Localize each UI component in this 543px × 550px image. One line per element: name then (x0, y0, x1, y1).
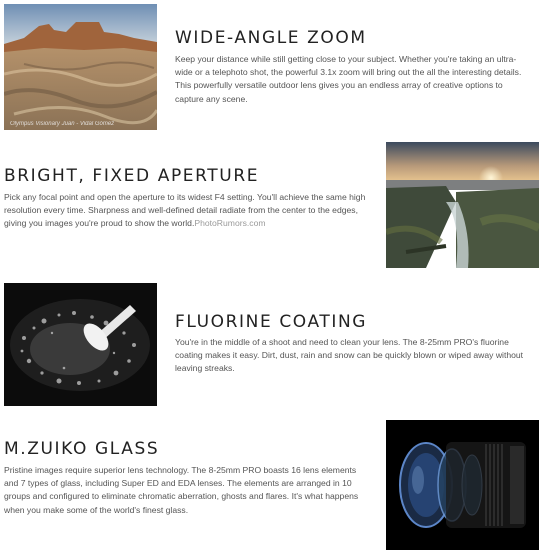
feature-title: FLUORINE COATING (175, 312, 368, 332)
badlands-landscape-photo: Olympus Visionary Juan - Vidal Gómez (4, 4, 157, 130)
coast-illustration (386, 142, 539, 268)
lens-illustration (386, 420, 539, 550)
feature-description: Pristine images require superior lens te… (4, 465, 359, 515)
water-droplets-lens-photo (4, 283, 157, 406)
feature-title: M.ZUIKO GLASS (4, 439, 160, 459)
watermark-credit: PhotoRumors.com (194, 218, 266, 229)
feature-wide-angle-zoom: Olympus Visionary Juan - Vidal Gómez WID… (0, 0, 543, 135)
feature-fluorine-coating: FLUORINE COATING You're in the middle of… (0, 270, 543, 406)
droplets-illustration (4, 283, 157, 406)
photo-caption: Olympus Visionary Juan - Vidal Gómez (10, 121, 115, 127)
feature-mzuiko-glass: M.ZUIKO GLASS Pristine images require su… (0, 405, 543, 550)
lens-features-page: Olympus Visionary Juan - Vidal Gómez WID… (0, 0, 543, 550)
feature-title: WIDE-ANGLE ZOOM (175, 28, 367, 48)
feature-description: Keep your distance while still getting c… (175, 54, 522, 104)
feature-bright-fixed-aperture: BRIGHT, FIXED APERTURE Pick any focal po… (0, 135, 543, 270)
description-text: Pick any focal point and open the apertu… (4, 192, 366, 229)
feature-description: Pick any focal point and open the apertu… (4, 191, 366, 231)
sunset-rocky-coast-photo (386, 142, 539, 268)
landscape-illustration (4, 4, 157, 130)
feature-title: BRIGHT, FIXED APERTURE (4, 166, 260, 186)
lens-cutaway-render (386, 420, 539, 550)
feature-description: You're in the middle of a shoot and need… (175, 337, 524, 374)
